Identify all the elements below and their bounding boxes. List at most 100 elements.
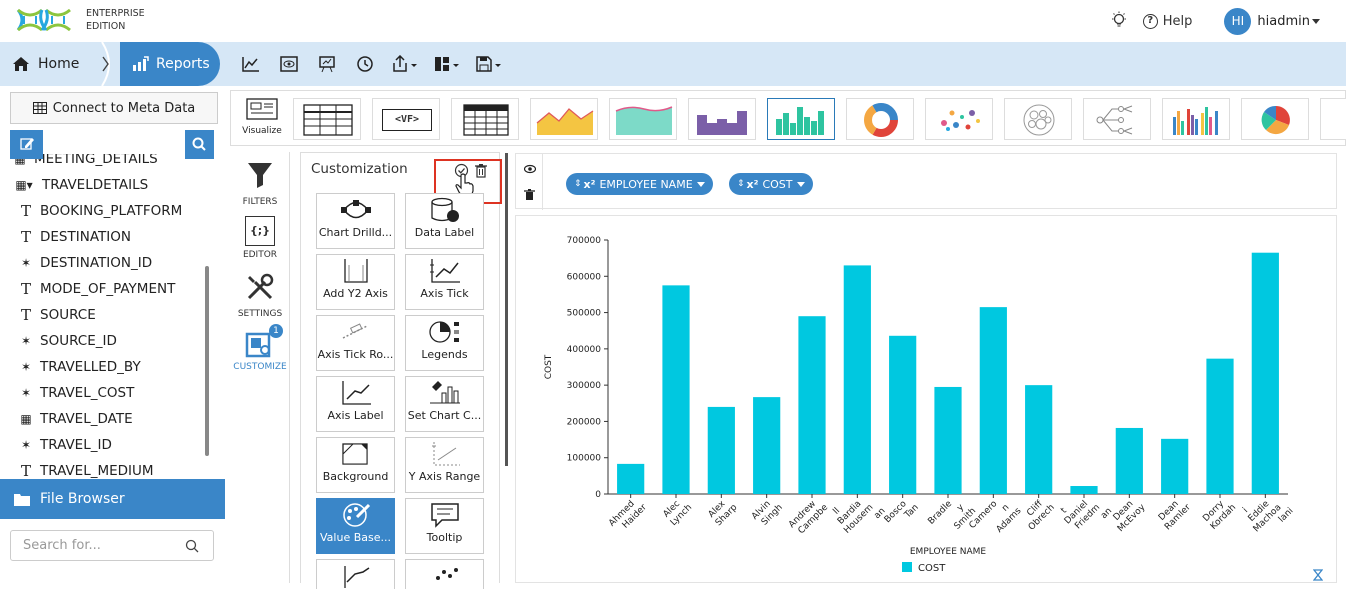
value-based-color-card[interactable]: Value Base... xyxy=(316,498,395,554)
save-icon[interactable] xyxy=(468,50,510,78)
tree-item[interactable]: ✶ TRAVELLED_BY xyxy=(10,354,206,380)
settings-tool[interactable]: SETTINGS xyxy=(230,272,290,319)
viz-pack-option[interactable] xyxy=(1004,98,1072,140)
layout-icon[interactable] xyxy=(426,50,468,78)
edition-line1: ENTERPRISE xyxy=(86,8,145,19)
search-icon xyxy=(185,539,199,553)
customize-tool[interactable]: 1 CUSTOMIZE xyxy=(230,324,290,372)
tree-scrollbar[interactable] xyxy=(205,266,209,456)
tree-item[interactable]: T MODE_OF_PAYMENT xyxy=(10,276,206,302)
y-tick-label: 500000 xyxy=(567,309,602,319)
connect-metadata-button[interactable]: Connect to Meta Data xyxy=(10,92,218,124)
preview-eye-icon[interactable] xyxy=(270,50,308,78)
area-chart-icon xyxy=(536,108,594,135)
stacked-area-icon xyxy=(615,106,673,135)
x-tick-label-line: an xyxy=(1099,506,1114,521)
bar xyxy=(707,406,735,494)
x-field-pill[interactable]: ⇕ x² EMPLOYEE NAME xyxy=(566,173,713,195)
axis-label-card[interactable]: Axis Label xyxy=(316,376,395,432)
tree-item[interactable]: ✶ TRAVEL_ID xyxy=(10,432,206,458)
tree-item[interactable]: T TRAVEL_MEDIUM xyxy=(10,458,206,479)
tree-item[interactable]: ✶ TRAVEL_COST xyxy=(10,380,206,406)
tree-item[interactable]: ✶ DESTINATION_ID xyxy=(10,250,206,276)
y-field-pill[interactable]: ⇕ x² COST xyxy=(729,173,813,195)
editor-label: EDITOR xyxy=(242,250,278,260)
tree-item[interactable]: ✶ SOURCE_ID xyxy=(10,328,206,354)
tree-item[interactable]: ▦ TRAVEL_DATE xyxy=(10,406,206,432)
add-y2-axis-card[interactable]: Add Y2 Axis xyxy=(316,254,395,310)
pivot-table-icon xyxy=(463,104,509,136)
visualization-toolbar: Visualize <VF> xyxy=(230,90,1346,146)
line-chart-tool-icon[interactable] xyxy=(232,50,270,78)
viz-pivot-option[interactable] xyxy=(451,98,519,140)
panel-scrollbar[interactable] xyxy=(505,153,508,466)
axis-tick-rotation-card[interactable]: Axis Tick Ro... xyxy=(316,315,395,371)
viz-more-option[interactable] xyxy=(1320,98,1346,140)
tree-item-label: SOURCE_ID xyxy=(40,333,117,349)
chart-drilldown-card[interactable]: Chart Drilld... xyxy=(316,193,395,249)
y-tick-label: 100000 xyxy=(567,454,602,464)
viz-donut-option[interactable] xyxy=(846,98,914,140)
lightbulb-icon[interactable] xyxy=(1109,11,1129,31)
viz-bar-option[interactable] xyxy=(767,98,835,140)
viz-step-bar-option[interactable] xyxy=(688,98,756,140)
history-icon[interactable] xyxy=(346,50,384,78)
tooltip-card[interactable]: Tooltip xyxy=(405,498,484,554)
side-tools: FILTERS {;} EDITOR SETTINGS 1 CUSTOMIZE xyxy=(230,152,290,583)
card-label: Y Axis Range xyxy=(408,470,481,483)
x-tick-label: CameronAdams xyxy=(968,490,1024,546)
x-tick-label: DeanMcEvoy xyxy=(1108,494,1148,534)
y-axis-range-card[interactable]: Y Axis Range xyxy=(405,437,484,493)
left-panel: Connect to Meta Data ▦ MEETING_DETAILS ▦▾ T… xyxy=(0,86,225,583)
tree-item-label: TRAVEL_DATE xyxy=(40,411,133,427)
legends-card[interactable]: Legends xyxy=(405,315,484,371)
avatar[interactable]: HI xyxy=(1224,7,1252,35)
user-menu[interactable]: hiadmin xyxy=(1257,14,1320,29)
number-icon: ✶ xyxy=(20,438,32,452)
set-chart-color-card[interactable]: Set Chart C... xyxy=(405,376,484,432)
edit-button[interactable] xyxy=(10,130,43,159)
visualize-button[interactable]: Visualize xyxy=(239,97,285,143)
file-browser-tab[interactable]: File Browser xyxy=(0,479,225,519)
viz-tree-option[interactable] xyxy=(1083,98,1151,140)
tree-item[interactable]: T SOURCE xyxy=(10,302,206,328)
search-button[interactable] xyxy=(185,130,214,159)
y-axis-label: COST xyxy=(544,354,554,379)
axis-chart-card[interactable] xyxy=(316,559,395,589)
viz-area-option[interactable] xyxy=(530,98,598,140)
card-label: Chart Drilld... xyxy=(318,226,393,239)
filters-tool[interactable]: FILTERS xyxy=(230,160,290,207)
bar-chart-icon xyxy=(133,56,149,71)
y-tick-label: 300000 xyxy=(567,381,602,391)
tree-item-label: TRAVEL_MEDIUM xyxy=(40,463,154,479)
tree-item-label: BOOKING_PLATFORM xyxy=(40,203,183,219)
share-icon[interactable] xyxy=(384,50,426,78)
axis-x-icon: x² xyxy=(583,177,596,191)
breadcrumb-reports[interactable]: Reports xyxy=(120,42,220,86)
data-label-card[interactable]: Data Label xyxy=(405,193,484,249)
axis-tick-card[interactable]: Axis Tick xyxy=(405,254,484,310)
tree-item[interactable]: ▦▾ TRAVELDETAILS xyxy=(10,172,206,198)
customization-title: Customization xyxy=(311,161,408,177)
line-points-card[interactable] xyxy=(405,559,484,589)
viz-pie-option[interactable] xyxy=(1241,98,1309,140)
editor-tool[interactable]: {;} EDITOR xyxy=(230,216,290,260)
viz-scatter-option[interactable] xyxy=(925,98,993,140)
bar-chart: 0 100000 200000 300000 400000 500000 600000 700… xyxy=(544,236,1295,574)
tree-item[interactable]: T BOOKING_PLATFORM xyxy=(10,198,206,224)
file-search-input[interactable]: Search for... xyxy=(10,530,214,561)
viz-vf-option[interactable]: <VF> xyxy=(372,98,440,140)
tree-diagram-icon xyxy=(1096,105,1133,135)
viz-multibar-option[interactable] xyxy=(1162,98,1230,140)
presentation-icon[interactable] xyxy=(308,50,346,78)
tree-item[interactable]: T DESTINATION xyxy=(10,224,206,250)
viz-stacked-area-option[interactable] xyxy=(609,98,677,140)
background-card[interactable]: Background xyxy=(316,437,395,493)
filters-label: FILTERS xyxy=(242,197,278,207)
axis-x-icon: x² xyxy=(746,177,759,191)
viz-table-option[interactable] xyxy=(293,98,361,140)
table-icon: ▦▾ xyxy=(15,178,33,192)
file-browser-label: File Browser xyxy=(40,491,125,507)
help-button[interactable]: ? Help xyxy=(1142,13,1192,29)
x-field-label: EMPLOYEE NAME xyxy=(599,177,693,191)
